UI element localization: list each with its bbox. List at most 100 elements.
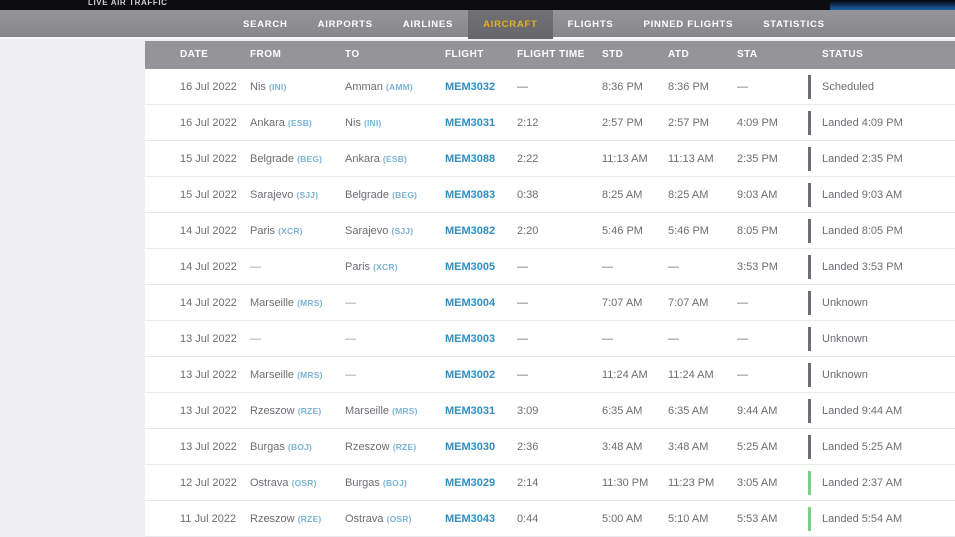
to-airport-code[interactable]: (AMM) xyxy=(386,82,413,92)
to-airport-code[interactable]: (ESB) xyxy=(383,154,407,164)
to-airport-code[interactable]: (RZE) xyxy=(393,442,417,452)
column-header-atd[interactable]: ATD xyxy=(668,41,689,69)
flight-number-link[interactable]: MEM3083 xyxy=(445,189,495,201)
table-row[interactable]: 14 Jul 2022 Marseille (MRS) — MEM3004 — 7:07… xyxy=(145,285,955,321)
flight-number-link[interactable]: MEM3030 xyxy=(445,441,495,453)
to-airport-code[interactable]: (BEG) xyxy=(392,190,417,200)
column-header-status[interactable]: STATUS xyxy=(822,41,863,69)
to-airport-code[interactable]: (XCR) xyxy=(373,262,398,272)
column-header-std[interactable]: STD xyxy=(602,41,623,69)
from-airport-code[interactable]: (BOJ) xyxy=(288,442,312,452)
status-indicator-bar xyxy=(808,363,811,387)
cell-flight: MEM3002 xyxy=(445,357,495,393)
from-city: Rzeszow xyxy=(250,405,295,417)
nav-item-pinned-flights[interactable]: PINNED FLIGHTS xyxy=(629,10,749,39)
flight-number-link[interactable]: MEM3043 xyxy=(445,513,495,525)
flight-number-link[interactable]: MEM3029 xyxy=(445,477,495,489)
column-header-flight-time[interactable]: FLIGHT TIME xyxy=(517,41,585,69)
flight-number-link[interactable]: MEM3005 xyxy=(445,261,495,273)
flight-number-link[interactable]: MEM3032 xyxy=(445,81,495,93)
column-header-to[interactable]: TO xyxy=(345,41,360,69)
cell-std: 6:35 AM xyxy=(602,405,643,417)
table-row[interactable]: 14 Jul 2022 Paris (XCR) Sarajevo (SJJ) MEM3… xyxy=(145,213,955,249)
from-airport-code[interactable]: (MRS) xyxy=(297,370,323,380)
flight-number-link[interactable]: MEM3002 xyxy=(445,369,495,381)
from-airport-code[interactable]: (MRS) xyxy=(297,298,323,308)
nav-item-airports[interactable]: AIRPORTS xyxy=(303,10,388,39)
cell-date: 14 Jul 2022 xyxy=(180,297,237,309)
cell-date: 16 Jul 2022 xyxy=(180,117,237,129)
nav-item-aircraft[interactable]: AIRCRAFT xyxy=(468,10,553,39)
cell-to: Sarajevo (SJJ) xyxy=(345,213,413,249)
cell-status: Landed 8:05 PM xyxy=(822,225,903,237)
cell-std: 11:24 AM xyxy=(602,369,648,381)
from-airport-code[interactable]: (INI) xyxy=(269,82,287,92)
cell-to: Amman (AMM) xyxy=(345,69,413,105)
column-header-flight[interactable]: FLIGHT xyxy=(445,41,484,69)
cell-sta: 2:35 PM xyxy=(737,153,778,165)
table-row[interactable]: 13 Jul 2022 Rzeszow (RZE) Marseille (MRS) M… xyxy=(145,393,955,429)
from-airport-code[interactable]: (ESB) xyxy=(288,118,312,128)
to-airport-code[interactable]: (SJJ) xyxy=(391,226,413,236)
status-indicator-bar xyxy=(808,255,811,279)
nav-item-statistics[interactable]: STATISTICS xyxy=(748,10,840,39)
to-airport-code[interactable]: (OSR) xyxy=(387,514,412,524)
to-airport-code[interactable]: (BOJ) xyxy=(383,478,407,488)
cell-to: Burgas (BOJ) xyxy=(345,465,407,501)
nav-item-airlines[interactable]: AIRLINES xyxy=(388,10,468,39)
flight-number-link[interactable]: MEM3004 xyxy=(445,297,495,309)
column-header-sta[interactable]: STA xyxy=(737,41,758,69)
status-indicator-bar xyxy=(808,507,811,531)
flight-number-link[interactable]: MEM3088 xyxy=(445,153,495,165)
table-row[interactable]: 16 Jul 2022 Nis (INI) Amman (AMM) MEM3032 — 8… xyxy=(145,69,955,105)
from-airport-code[interactable]: (RZE) xyxy=(298,406,322,416)
from-airport-code[interactable]: (SJJ) xyxy=(296,190,318,200)
from-city: — xyxy=(250,333,261,345)
table-row[interactable]: 12 Jul 2022 Ostrava (OSR) Burgas (BOJ) MEM3… xyxy=(145,465,955,501)
from-city: Ostrava xyxy=(250,477,289,489)
cell-sta: 5:53 AM xyxy=(737,513,778,525)
from-airport-code[interactable]: (XCR) xyxy=(278,226,303,236)
table-row[interactable]: 14 Jul 2022 — Paris (XCR) MEM3005 — — — 3:53 P… xyxy=(145,249,955,285)
cell-date: 13 Jul 2022 xyxy=(180,369,237,381)
to-airport-code[interactable]: (INI) xyxy=(364,118,382,128)
cell-status: Unknown xyxy=(822,333,868,345)
table-row[interactable]: 15 Jul 2022 Sarajevo (SJJ) Belgrade (BEG) M… xyxy=(145,177,955,213)
to-airport-code[interactable]: (MRS) xyxy=(392,406,418,416)
cell-atd: 11:13 AM xyxy=(668,153,714,165)
table-row[interactable]: 16 Jul 2022 Ankara (ESB) Nis (INI) MEM3031 2… xyxy=(145,105,955,141)
cell-flight-time: — xyxy=(517,297,528,309)
from-city: Belgrade xyxy=(250,153,295,165)
flight-number-link[interactable]: MEM3031 xyxy=(445,117,495,129)
nav-item-flights[interactable]: FLIGHTS xyxy=(553,10,629,39)
flight-number-link[interactable]: MEM3031 xyxy=(445,405,495,417)
from-city: Burgas xyxy=(250,441,285,453)
column-header-from[interactable]: FROM xyxy=(250,41,281,69)
cell-atd: 8:36 PM xyxy=(668,81,709,93)
table-row[interactable]: 15 Jul 2022 Belgrade (BEG) Ankara (ESB) MEM… xyxy=(145,141,955,177)
table-row[interactable]: 11 Jul 2022 Rzeszow (RZE) Ostrava (OSR) MEM… xyxy=(145,501,955,537)
from-airport-code[interactable]: (OSR) xyxy=(292,478,317,488)
table-row[interactable]: 13 Jul 2022 Marseille (MRS) — MEM3002 — 11:2… xyxy=(145,357,955,393)
cell-sta: — xyxy=(737,333,748,345)
to-city: Paris xyxy=(345,261,371,273)
column-header-date[interactable]: DATE xyxy=(180,41,208,69)
cell-std: 5:46 PM xyxy=(602,225,643,237)
cell-status: Landed 9:44 AM xyxy=(822,405,903,417)
nav-item-search[interactable]: SEARCH xyxy=(228,10,303,39)
flight-number-link[interactable]: MEM3003 xyxy=(445,333,495,345)
from-airport-code[interactable]: (RZE) xyxy=(298,514,322,524)
main-navigation: SEARCH AIRPORTS AIRLINES AIRCRAFT FLIGHTS PIN… xyxy=(0,10,955,39)
cell-flight: MEM3030 xyxy=(445,429,495,465)
cell-status: Landed 3:53 PM xyxy=(822,261,903,273)
flight-number-link[interactable]: MEM3082 xyxy=(445,225,495,237)
table-row[interactable]: 13 Jul 2022 Burgas (BOJ) Rzeszow (RZE) MEM3… xyxy=(145,429,955,465)
to-city: Ostrava xyxy=(345,513,384,525)
status-indicator-bar xyxy=(808,435,811,459)
cell-std: 11:30 PM xyxy=(602,477,649,489)
to-city: Belgrade xyxy=(345,189,390,201)
from-airport-code[interactable]: (BEG) xyxy=(297,154,322,164)
cell-std: — xyxy=(602,333,613,345)
table-row[interactable]: 13 Jul 2022 — — MEM3003 — — — — Unknown xyxy=(145,321,955,357)
site-title: LIVE AIR TRAFFIC xyxy=(88,0,168,7)
